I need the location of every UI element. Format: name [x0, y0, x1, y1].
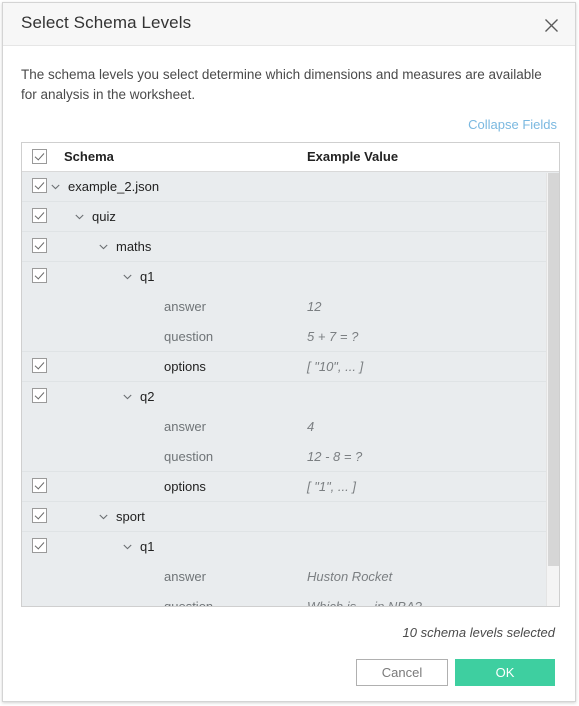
table-row[interactable]: answer 4 — [22, 412, 559, 442]
row-example-value: Which is ... in NBA? — [307, 592, 422, 606]
table-row[interactable]: options [ "10", ... ] — [22, 352, 559, 382]
chevron-down-icon[interactable] — [96, 232, 110, 262]
dialog-title: Select Schema Levels — [21, 13, 192, 32]
row-label: question — [164, 449, 214, 464]
row-checkbox[interactable] — [32, 238, 47, 258]
chevron-down-icon[interactable] — [96, 502, 110, 532]
column-header-example-value: Example Value — [307, 149, 399, 164]
select-all-checkbox[interactable] — [32, 149, 47, 169]
row-checkbox[interactable] — [32, 358, 47, 378]
chevron-down-icon[interactable] — [120, 262, 134, 292]
row-example-value: Huston Rocket — [307, 569, 393, 584]
column-header-schema: Schema — [64, 149, 114, 164]
dialog-footer: 10 schema levels selected Cancel OK — [3, 615, 575, 701]
table-row[interactable]: answer Huston Rocket — [22, 562, 559, 592]
row-checkbox[interactable] — [32, 208, 47, 228]
row-label: sport — [116, 509, 145, 524]
row-checkbox[interactable] — [32, 478, 47, 498]
row-checkbox-box[interactable] — [32, 388, 47, 403]
table-row[interactable]: question Which is ... in NBA? — [22, 592, 559, 606]
close-icon[interactable] — [537, 11, 565, 39]
row-example-value: [ "10", ... ] — [307, 359, 364, 374]
table-row[interactable]: maths — [22, 232, 559, 262]
row-checkbox-box[interactable] — [32, 208, 47, 223]
collapse-fields-row: Collapse Fields — [21, 116, 557, 134]
row-label: answer — [164, 569, 206, 584]
cancel-button[interactable]: Cancel — [356, 659, 448, 686]
table-scrollbar[interactable] — [546, 173, 559, 606]
row-label: example_2.json — [68, 179, 160, 194]
row-example-value: 5 + 7 = ? — [307, 329, 359, 344]
row-checkbox-box[interactable] — [32, 508, 47, 523]
chevron-down-icon[interactable] — [72, 202, 86, 232]
row-label: q1 — [140, 539, 155, 554]
chevron-down-icon[interactable] — [48, 172, 62, 202]
row-label: maths — [116, 239, 152, 254]
dialog-description: The schema levels you select determine w… — [21, 67, 542, 102]
table-row[interactable]: answer 12 — [22, 292, 559, 322]
table-row[interactable]: question 5 + 7 = ? — [22, 322, 559, 352]
row-checkbox-box[interactable] — [32, 238, 47, 253]
row-checkbox[interactable] — [32, 268, 47, 288]
schema-levels-table: Schema Example Value example_2.jsonquiz m… — [21, 142, 560, 607]
table-row[interactable]: q2 — [22, 382, 559, 412]
row-label: q2 — [140, 389, 155, 404]
table-row[interactable]: sport — [22, 502, 559, 532]
row-label: question — [164, 329, 214, 344]
chevron-down-icon[interactable] — [120, 382, 134, 412]
table-rows: example_2.jsonquiz maths q1 answer 12 questio… — [22, 172, 559, 606]
row-checkbox-box[interactable] — [32, 478, 47, 493]
table-row[interactable]: q1 — [22, 262, 559, 292]
collapse-fields-link[interactable]: Collapse Fields — [468, 117, 557, 132]
row-example-value: 12 — [307, 299, 322, 314]
row-label: question — [164, 592, 213, 606]
row-checkbox-box[interactable] — [32, 178, 47, 193]
row-checkbox[interactable] — [32, 178, 47, 198]
chevron-down-icon[interactable] — [120, 532, 134, 562]
table-header-row: Schema Example Value — [22, 143, 559, 172]
dialog-titlebar: Select Schema Levels — [3, 3, 575, 46]
row-label: options — [164, 359, 206, 374]
table-scrollbar-thumb[interactable] — [548, 173, 559, 566]
select-schema-levels-dialog: Select Schema Levels The schema levels y… — [2, 2, 576, 702]
row-checkbox[interactable] — [32, 538, 47, 558]
table-row[interactable]: options [ "1", ... ] — [22, 472, 559, 502]
row-example-value: 4 — [307, 419, 315, 434]
table-row[interactable]: q1 — [22, 532, 559, 562]
row-label: answer — [164, 299, 206, 314]
row-example-value: 12 - 8 = ? — [307, 449, 363, 464]
row-checkbox-box[interactable] — [32, 538, 47, 553]
selected-count-label: 10 schema levels selected — [402, 625, 555, 640]
row-label: answer — [164, 419, 206, 434]
dialog-body: The schema levels you select determine w… — [3, 65, 575, 607]
table-row[interactable]: question 12 - 8 = ? — [22, 442, 559, 472]
select-all-checkbox-box[interactable] — [32, 149, 47, 164]
table-row[interactable]: quiz — [22, 202, 559, 232]
row-checkbox[interactable] — [32, 508, 47, 528]
row-checkbox-box[interactable] — [32, 268, 47, 283]
table-row[interactable]: example_2.json — [22, 172, 559, 202]
row-checkbox[interactable] — [32, 388, 47, 408]
row-label: q1 — [140, 269, 155, 284]
row-example-value: [ "1", ... ] — [307, 479, 356, 494]
ok-button[interactable]: OK — [455, 659, 555, 686]
row-label: quiz — [92, 209, 116, 224]
row-checkbox-box[interactable] — [32, 358, 47, 373]
row-label: options — [164, 479, 206, 494]
